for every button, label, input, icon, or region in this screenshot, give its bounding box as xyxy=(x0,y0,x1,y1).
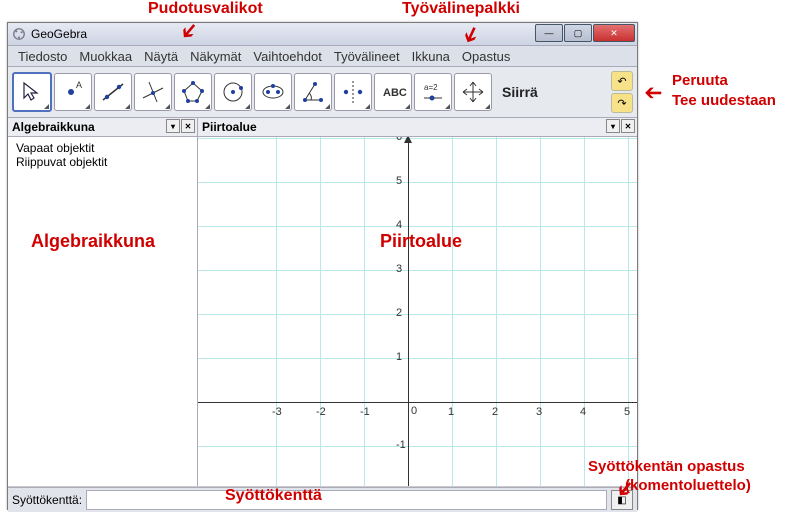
anno-toolbar: Työvälinepalkki xyxy=(402,0,520,18)
svg-text:a=2: a=2 xyxy=(424,83,438,92)
anno-algebra: Algebraikkuna xyxy=(31,231,155,252)
titlebar[interactable]: GeoGebra — ▢ ✕ xyxy=(8,23,637,46)
y-tick-label: 4 xyxy=(396,219,402,231)
maximize-button[interactable]: ▢ xyxy=(564,24,592,42)
x-tick-label: -2 xyxy=(316,406,326,418)
x-tick-label: 4 xyxy=(580,406,586,418)
menu-file[interactable]: Tiedosto xyxy=(12,47,73,66)
menu-window[interactable]: Ikkuna xyxy=(406,47,456,66)
minimize-button[interactable]: — xyxy=(535,24,563,42)
menu-tools[interactable]: Työvälineet xyxy=(328,47,406,66)
graphics-canvas[interactable]: -3 -2 -1 1 2 3 4 5 -1 1 2 3 4 5 6 0 xyxy=(198,137,637,486)
y-tick-label: 5 xyxy=(396,175,402,187)
anno-inputhelp1: Syöttökentän opastus xyxy=(588,458,745,475)
x-tick-label: 1 xyxy=(448,406,454,418)
menubar: Tiedosto Muokkaa Näytä Näkymät Vaihtoehd… xyxy=(8,46,637,67)
tool-slider[interactable]: a=2 xyxy=(414,73,452,111)
menu-options[interactable]: Vaihtoehdot xyxy=(247,47,327,66)
graphics-toggle-icon[interactable]: ▾ xyxy=(606,119,620,133)
anno-dropdowns: Pudotusvalikot xyxy=(148,0,263,18)
y-tick-label: -1 xyxy=(396,439,406,451)
y-tick-label: 1 xyxy=(396,351,402,363)
close-button[interactable]: ✕ xyxy=(593,24,635,42)
geogebra-window: GeoGebra — ▢ ✕ Tiedosto Muokkaa Näytä Nä… xyxy=(7,22,638,510)
tool-circle[interactable] xyxy=(214,73,252,111)
toolbar: A ABC xyxy=(8,67,637,118)
tool-movegfx[interactable] xyxy=(454,73,492,111)
app-icon xyxy=(12,27,26,41)
svg-text:ABC: ABC xyxy=(383,87,407,99)
tool-move[interactable] xyxy=(12,72,52,112)
tool-polygon[interactable] xyxy=(174,73,212,111)
input-field[interactable] xyxy=(86,490,607,510)
x-tick-label: 2 xyxy=(492,406,498,418)
y-tick-label: 3 xyxy=(396,263,402,275)
anno-graphics: Piirtoalue xyxy=(380,231,462,252)
input-label: Syöttökenttä: xyxy=(12,493,82,507)
tool-ellipse[interactable] xyxy=(254,73,292,111)
dependent-objects-label: Riippuvat objektit xyxy=(16,155,189,169)
tool-reflect[interactable] xyxy=(334,73,372,111)
menu-view[interactable]: Näytä xyxy=(138,47,184,66)
graphics-header[interactable]: Piirtoalue ▾ ✕ xyxy=(198,118,637,137)
anno-undo: Peruuta xyxy=(672,72,728,89)
anno-inputhelp2: (komentoluettelo) xyxy=(625,477,751,494)
free-objects-label: Vapaat objektit xyxy=(16,141,189,155)
undo-button[interactable]: ↶ xyxy=(611,71,633,91)
x-tick-label: -1 xyxy=(360,406,370,418)
origin-label: 0 xyxy=(411,405,417,417)
algebra-title: Algebraikkuna xyxy=(12,120,95,134)
graphics-title: Piirtoalue xyxy=(202,120,257,134)
toolbar-mode-label: Siirrä xyxy=(502,84,538,100)
tool-line[interactable] xyxy=(94,73,132,111)
x-tick-label: 3 xyxy=(536,406,542,418)
graphics-view: Piirtoalue ▾ ✕ -3 -2 -1 1 2 3 4 5 -1 1 2 3 4 5 6 0 xyxy=(198,118,637,486)
x-tick-label: -3 xyxy=(272,406,282,418)
algebra-header[interactable]: Algebraikkuna ▾ ✕ xyxy=(8,118,197,137)
tool-point[interactable]: A xyxy=(54,73,92,111)
algebra-toggle-icon[interactable]: ▾ xyxy=(166,119,180,133)
menu-perspectives[interactable]: Näkymät xyxy=(184,47,247,66)
algebra-close-icon[interactable]: ✕ xyxy=(181,119,195,133)
y-tick-label: 6 xyxy=(396,137,402,143)
arrow-icon: ➔ xyxy=(644,80,662,106)
menu-help[interactable]: Opastus xyxy=(456,47,516,66)
algebra-view: Algebraikkuna ▾ ✕ Vapaat objektit Riippu… xyxy=(8,118,198,486)
y-tick-label: 2 xyxy=(396,307,402,319)
input-bar: Syöttökenttä: ◧ xyxy=(8,487,637,512)
anno-redo: Tee uudestaan xyxy=(672,92,776,109)
app-title: GeoGebra xyxy=(31,27,87,41)
tool-angle[interactable] xyxy=(294,73,332,111)
redo-button[interactable]: ↷ xyxy=(611,93,633,113)
panes: Algebraikkuna ▾ ✕ Vapaat objektit Riippu… xyxy=(8,118,637,487)
menu-edit[interactable]: Muokkaa xyxy=(73,47,138,66)
x-tick-label: 5 xyxy=(624,406,630,418)
graphics-close-icon[interactable]: ✕ xyxy=(621,119,635,133)
tool-text[interactable]: ABC xyxy=(374,73,412,111)
anno-input: Syöttökenttä xyxy=(225,487,322,505)
tool-perpendicular[interactable] xyxy=(134,73,172,111)
svg-text:A: A xyxy=(76,80,82,90)
